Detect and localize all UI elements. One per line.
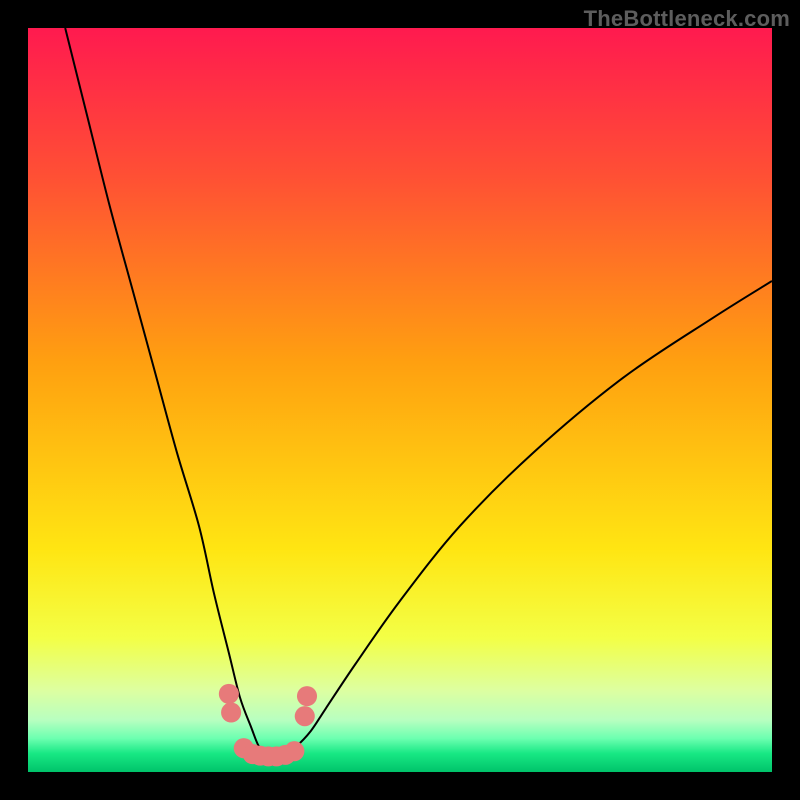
curve-marker (284, 741, 304, 761)
watermark-text: TheBottleneck.com (584, 6, 790, 32)
curve-marker (219, 684, 239, 704)
plot-area (28, 28, 772, 772)
chart-svg (28, 28, 772, 772)
outer-frame: TheBottleneck.com (0, 0, 800, 800)
curve-marker (221, 702, 241, 722)
curve-marker (297, 686, 317, 706)
curve-marker (295, 706, 315, 726)
bottleneck-curve (65, 28, 772, 755)
